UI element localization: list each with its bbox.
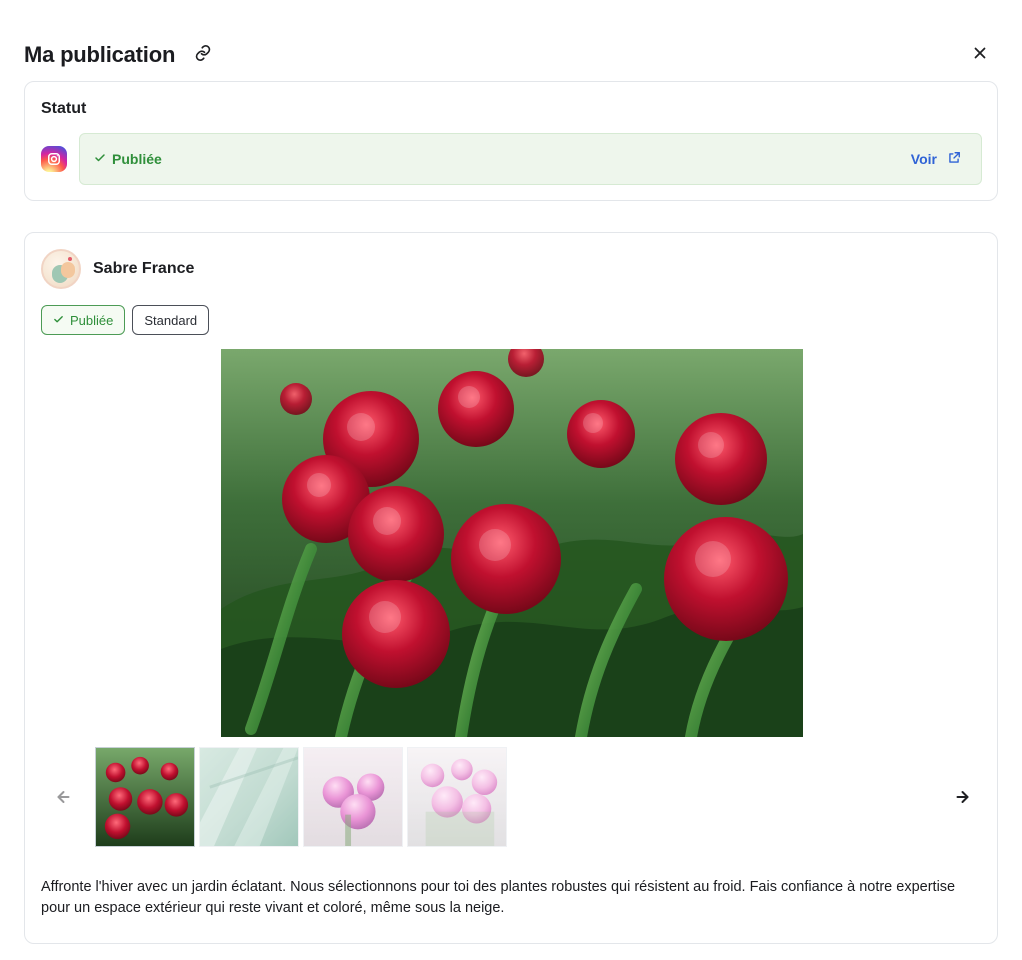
copy-link-button[interactable]: [189, 41, 217, 69]
carousel-previous-button[interactable]: [43, 781, 79, 817]
post-caption: Affronte l'hiver avec un jardin éclatant…: [41, 879, 956, 916]
check-icon: [53, 313, 64, 328]
media-carousel: [41, 747, 983, 851]
view-link-label: Voir: [910, 151, 937, 167]
format-badge-label: Standard: [144, 312, 198, 328]
thumbnail-red-peonies[interactable]: [95, 747, 195, 847]
thumbnail-light-pink-cyclamen[interactable]: [407, 747, 507, 847]
published-status: Publiée: [94, 134, 162, 184]
light-pink-cyclamen-thumbnail: [408, 748, 506, 846]
published-badge-label: Publiée: [70, 312, 114, 328]
thumbnail-agave[interactable]: [199, 747, 299, 847]
avatar: [41, 249, 81, 289]
account-header: Sabre France: [41, 249, 194, 289]
avatar-heart-dot: [68, 257, 72, 261]
status-section-title: Statut: [41, 100, 87, 117]
post-badges: Publiée Standard: [41, 305, 210, 335]
publication-dialog: Ma publication Statut Publiée Voir Sabre…: [0, 0, 1022, 960]
close-button[interactable]: [962, 37, 998, 73]
dialog-header: Ma publication: [24, 38, 998, 72]
red-peonies-thumbnail: [96, 748, 194, 846]
agave-leaves-thumbnail: [200, 748, 298, 846]
main-post-image: [221, 349, 803, 737]
arrow-left-icon: [51, 787, 71, 812]
format-badge: Standard: [132, 305, 210, 335]
instagram-icon: [41, 146, 67, 172]
page-title: Ma publication: [24, 42, 176, 67]
check-icon: [94, 151, 106, 167]
red-peonies-photo: [221, 349, 803, 737]
close-icon: [971, 44, 989, 67]
avatar-illustration-part: [61, 262, 75, 278]
title-group: Ma publication: [24, 41, 217, 69]
thumbnail-pink-cyclamen[interactable]: [303, 747, 403, 847]
status-card: Statut Publiée Voir: [24, 81, 998, 201]
status-banner: Publiée Voir: [79, 133, 982, 185]
arrow-right-icon: [955, 787, 975, 812]
carousel-next-button[interactable]: [947, 781, 983, 817]
account-name: Sabre France: [93, 260, 195, 277]
view-post-link[interactable]: Voir: [911, 134, 961, 184]
thumbnail-strip: [95, 747, 507, 847]
pink-cyclamen-thumbnail: [304, 748, 402, 846]
status-label: Publiée: [112, 151, 162, 167]
external-link-icon: [947, 151, 961, 168]
link-icon: [194, 44, 212, 67]
published-badge: Publiée: [41, 305, 126, 335]
post-card: Sabre France Publiée Standard Affronte l…: [24, 232, 998, 944]
